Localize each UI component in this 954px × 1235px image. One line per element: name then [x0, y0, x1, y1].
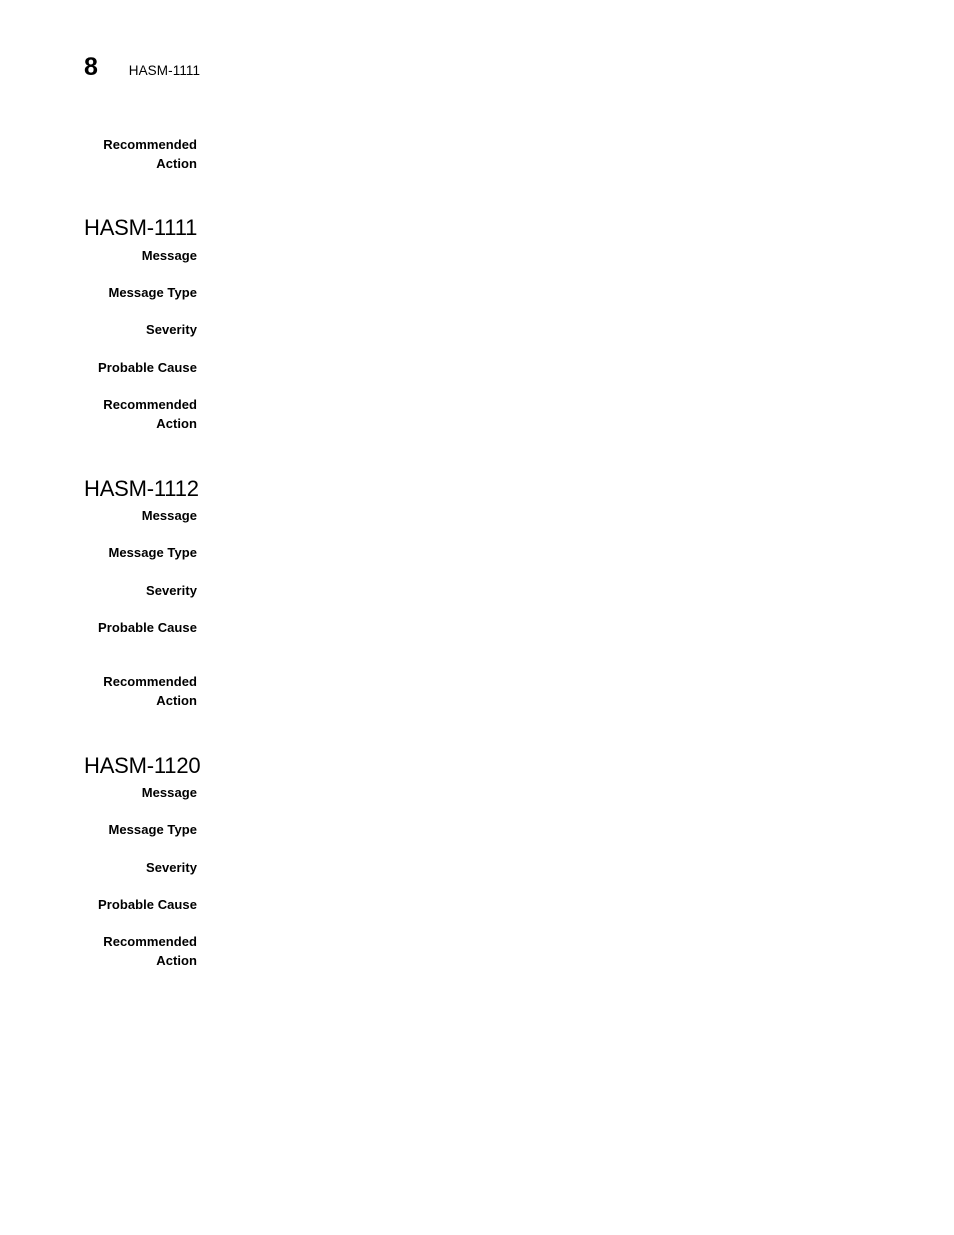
field-label-severity: Severity — [146, 860, 197, 875]
field-row: Probable Cause — [0, 896, 954, 915]
field-label-message: Message — [141, 248, 197, 263]
field-row: Recommended Action — [0, 933, 954, 970]
field-label-probable-cause: Probable Cause — [98, 360, 197, 375]
field-value-severity — [197, 582, 954, 583]
field-row: Message — [0, 784, 954, 803]
field-row: Probable Cause — [0, 619, 954, 638]
field-value-message-type — [197, 544, 954, 545]
field-row: Recommended Action — [0, 396, 954, 433]
document-page: 8 HASM-1111 Recommended Action HASM-1111… — [0, 0, 954, 1235]
field-label-probable-cause: Probable Cause — [98, 897, 197, 912]
page-number: 8 — [84, 53, 98, 81]
page-header: 8 HASM-1111 — [84, 55, 200, 80]
field-value-message — [197, 507, 954, 508]
field-value-recommended-action — [197, 673, 954, 674]
field-value-message — [197, 784, 954, 785]
field-label-message: Message — [141, 785, 197, 800]
field-label-recommended-action: Recommended Action — [103, 397, 197, 431]
section-heading-hasm-1120: HASM-1120 — [84, 753, 201, 779]
field-row: Severity — [0, 859, 954, 878]
field-value-severity — [197, 321, 954, 322]
field-value-severity — [197, 859, 954, 860]
field-label-message-type: Message Type — [108, 545, 197, 560]
field-label-recommended-action: Recommended Action — [103, 674, 197, 708]
field-value-message-type — [197, 821, 954, 822]
field-value-probable-cause — [197, 359, 954, 360]
field-row: Message Type — [0, 821, 954, 840]
field-value-probable-cause — [197, 896, 954, 897]
field-value-message-type — [197, 284, 954, 285]
field-row: Severity — [0, 582, 954, 601]
field-label-recommended-action: Recommended Action — [103, 137, 197, 171]
field-row: Recommended Action — [0, 136, 954, 173]
field-value-message — [197, 247, 954, 248]
field-label-recommended-action: Recommended Action — [103, 934, 197, 968]
field-value-recommended-action — [197, 136, 954, 137]
field-row: Message — [0, 247, 954, 266]
field-row: Message Type — [0, 544, 954, 563]
field-label-message-type: Message Type — [108, 285, 197, 300]
section-heading-hasm-1112: HASM-1112 — [84, 476, 199, 502]
running-header-title: HASM-1111 — [128, 63, 201, 78]
field-label-severity: Severity — [146, 583, 197, 598]
field-label-severity: Severity — [146, 322, 197, 337]
field-row: Recommended Action — [0, 673, 954, 710]
field-row: Severity — [0, 321, 954, 340]
section-heading-hasm-1111: HASM-1111 — [84, 215, 198, 241]
field-label-probable-cause: Probable Cause — [98, 620, 197, 635]
field-label-message-type: Message Type — [108, 822, 197, 837]
field-row: Message Type — [0, 284, 954, 303]
field-row: Message — [0, 507, 954, 526]
field-value-recommended-action — [197, 933, 954, 934]
field-value-probable-cause — [197, 619, 954, 620]
field-value-recommended-action — [197, 396, 954, 397]
continued-field-block: Recommended Action — [0, 136, 954, 173]
field-label-message: Message — [141, 508, 197, 523]
field-row: Probable Cause — [0, 359, 954, 378]
